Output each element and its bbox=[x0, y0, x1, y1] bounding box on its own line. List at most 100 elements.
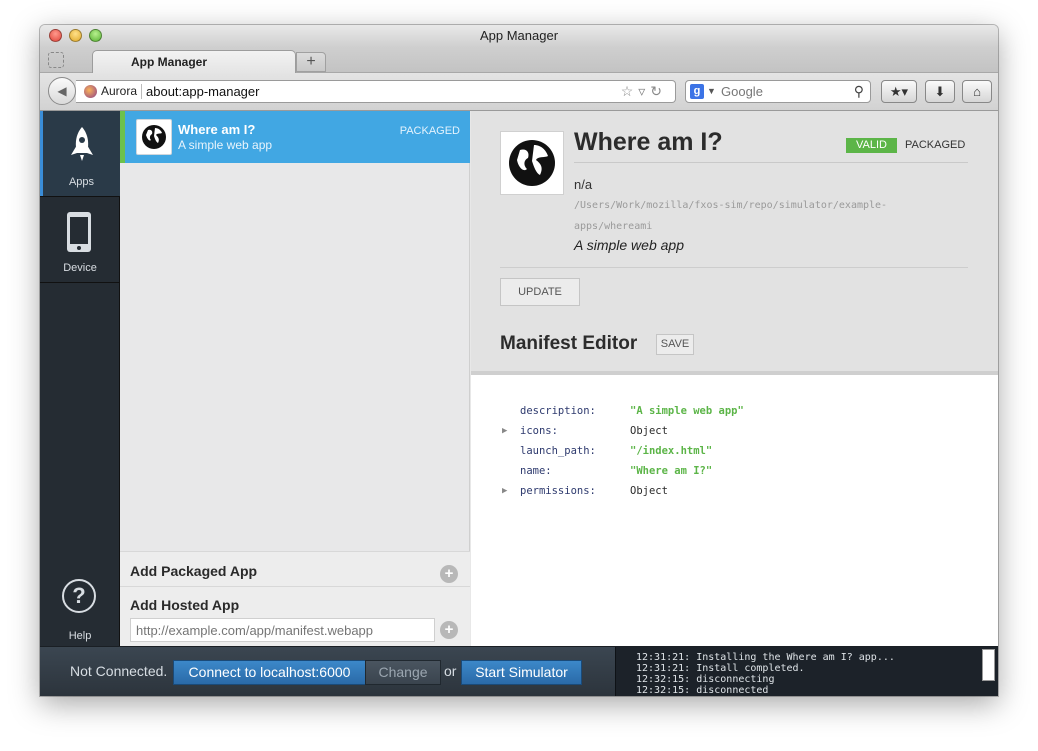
back-button[interactable]: ◀ bbox=[48, 77, 76, 105]
save-button[interactable]: SAVE bbox=[656, 334, 694, 355]
bookmarks-menu-button[interactable]: ★▾ bbox=[881, 80, 917, 103]
manifest-row[interactable]: ▶ permissions: Object bbox=[500, 481, 970, 501]
manifest-value[interactable]: Object bbox=[630, 421, 668, 441]
sidebar-divider bbox=[40, 282, 120, 283]
add-hosted-app-label: Add Hosted App bbox=[130, 597, 240, 613]
sidebar-item-device[interactable]: Device bbox=[40, 197, 120, 282]
search-icon[interactable]: ⚲ bbox=[854, 81, 864, 102]
app-detail-panel: Where am I? VALID PACKAGED n/a /Users/Wo… bbox=[471, 111, 998, 646]
manifest-key[interactable]: icons: bbox=[520, 421, 558, 441]
app-path: /Users/Work/mozilla/fxos-sim/repo/simula… bbox=[574, 200, 888, 232]
change-button[interactable]: Change bbox=[365, 660, 441, 685]
download-arrow-icon: ⬇ bbox=[934, 84, 946, 99]
search-bar[interactable]: g ▼ Google ⚲ bbox=[685, 80, 871, 103]
manifest-row[interactable]: launch_path: "/index.html" bbox=[500, 441, 970, 461]
url-separator bbox=[141, 84, 142, 99]
minimize-window-button[interactable] bbox=[69, 29, 82, 42]
tab-groups-icon[interactable] bbox=[48, 52, 64, 68]
home-button[interactable]: ⌂ bbox=[962, 80, 992, 103]
title-bar: App Manager bbox=[40, 25, 998, 47]
add-packaged-app-button[interactable]: + bbox=[440, 565, 458, 583]
log-line: 12:31:21: Installing the Where am I? app… bbox=[636, 652, 895, 663]
app-type-badge: PACKAGED bbox=[905, 139, 966, 151]
add-hosted-app-button[interactable]: + bbox=[440, 621, 458, 639]
detail-divider bbox=[500, 267, 968, 268]
google-engine-icon[interactable]: g bbox=[690, 84, 704, 99]
url-bar[interactable]: Aurora about:app-manager ☆▿↻ bbox=[76, 80, 676, 103]
manifest-key[interactable]: launch_path: bbox=[520, 441, 596, 461]
connection-status: Not Connected. bbox=[70, 663, 168, 679]
app-description: A simple web app bbox=[574, 237, 684, 253]
expand-arrow-icon[interactable]: ▶ bbox=[502, 421, 507, 441]
sidebar-item-help[interactable]: ? Help bbox=[40, 561, 120, 646]
app-list-panel: Where am I? A simple web app PACKAGED Ad… bbox=[120, 111, 470, 646]
new-tab-button[interactable]: + bbox=[296, 52, 326, 72]
manifest-value[interactable]: "Where am I?" bbox=[630, 461, 712, 481]
manifest-editor-title: Manifest Editor bbox=[500, 333, 638, 354]
app-type-badge: PACKAGED bbox=[399, 125, 460, 137]
engine-dropdown-icon[interactable]: ▼ bbox=[707, 81, 716, 102]
connection-bar: Not Connected. Connect to localhost:6000… bbox=[40, 646, 998, 696]
navigation-toolbar: ◀ Aurora about:app-manager ☆▿↻ g ▼ Googl… bbox=[40, 73, 998, 111]
sidebar-item-label: Help bbox=[68, 630, 92, 642]
browser-window: App Manager App Manager + ◀ Aurora about… bbox=[40, 25, 998, 696]
manifest-row[interactable]: name: "Where am I?" bbox=[500, 461, 970, 481]
tab-app-manager[interactable]: App Manager bbox=[92, 50, 296, 74]
app-name: Where am I? bbox=[178, 122, 256, 137]
sidebar: Apps Device ? Help bbox=[40, 111, 120, 646]
app-version: n/a bbox=[574, 177, 593, 192]
manifest-row[interactable]: ▶ icons: Object bbox=[500, 421, 970, 441]
close-window-button[interactable] bbox=[49, 29, 62, 42]
app-icon bbox=[136, 119, 172, 155]
expand-arrow-icon[interactable]: ▶ bbox=[502, 481, 507, 501]
add-packaged-app-label[interactable]: Add Packaged App bbox=[130, 563, 257, 579]
start-simulator-button[interactable]: Start Simulator bbox=[461, 660, 582, 685]
browser-identity-label[interactable]: Aurora bbox=[101, 81, 137, 102]
url-text[interactable]: about:app-manager bbox=[146, 81, 259, 102]
back-arrow-icon: ◀ bbox=[57, 84, 67, 98]
or-label: or bbox=[444, 663, 457, 679]
manifest-key[interactable]: name: bbox=[520, 461, 552, 481]
connect-button[interactable]: Connect to localhost:6000 bbox=[173, 660, 366, 685]
downloads-button[interactable]: ⬇ bbox=[925, 80, 955, 103]
add-app-panel: Add Packaged App + Add Hosted App + bbox=[120, 551, 470, 646]
manifest-value[interactable]: Object bbox=[630, 481, 668, 501]
log-line: 12:31:21: Install completed. bbox=[636, 663, 805, 674]
window-title: App Manager bbox=[479, 28, 559, 43]
bookmarks-icon: ★▾ bbox=[889, 84, 909, 99]
globe-icon bbox=[142, 125, 166, 149]
sidebar-item-label: Apps bbox=[68, 176, 95, 188]
app-description: A simple web app bbox=[178, 138, 273, 152]
sidebar-item-label: Device bbox=[63, 262, 97, 274]
help-icon: ? bbox=[62, 579, 96, 613]
sidebar-item-apps[interactable]: Apps bbox=[40, 111, 120, 196]
manifest-editor[interactable]: description: "A simple web app" ▶ icons:… bbox=[500, 401, 970, 501]
log-line: 12:32:15: disconnecting bbox=[636, 674, 775, 685]
console-scrollbar[interactable] bbox=[982, 649, 995, 681]
zoom-window-button[interactable] bbox=[89, 29, 102, 42]
tab-strip: App Manager + bbox=[40, 47, 998, 74]
tab-label: App Manager bbox=[131, 55, 208, 69]
add-panel-divider bbox=[120, 586, 470, 587]
app-list-item[interactable]: Where am I? A simple web app PACKAGED bbox=[120, 111, 470, 163]
manifest-value[interactable]: "A simple web app" bbox=[630, 401, 744, 421]
search-placeholder: Google bbox=[721, 84, 763, 99]
phone-icon bbox=[67, 212, 91, 252]
log-console[interactable]: 12:31:21: Installing the Where am I? app… bbox=[615, 647, 998, 696]
globe-icon bbox=[509, 140, 555, 186]
valid-status-badge: VALID bbox=[846, 138, 897, 153]
app-large-icon bbox=[500, 131, 564, 195]
hosted-app-url-input[interactable] bbox=[130, 618, 435, 642]
aurora-logo-icon bbox=[84, 85, 97, 98]
app-title: Where am I? bbox=[574, 128, 723, 156]
rocket-icon bbox=[71, 127, 93, 161]
home-icon: ⌂ bbox=[973, 84, 981, 99]
manifest-value[interactable]: "/index.html" bbox=[630, 441, 712, 461]
bookmark-star-reload-icons[interactable]: ☆▿↻ bbox=[621, 81, 667, 102]
manifest-row[interactable]: description: "A simple web app" bbox=[500, 401, 970, 421]
app-detail-header: Where am I? VALID PACKAGED n/a /Users/Wo… bbox=[471, 111, 998, 375]
manifest-key[interactable]: description: bbox=[520, 401, 596, 421]
manifest-key[interactable]: permissions: bbox=[520, 481, 596, 501]
log-line: 12:32:15: disconnected bbox=[636, 685, 769, 696]
update-button[interactable]: UPDATE bbox=[500, 278, 580, 306]
